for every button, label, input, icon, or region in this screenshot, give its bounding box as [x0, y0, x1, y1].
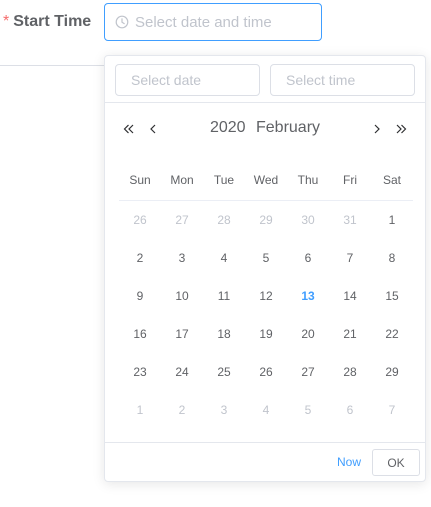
day-cell[interactable]: 18	[203, 315, 245, 353]
day-cell[interactable]: 29	[245, 201, 287, 239]
datetime-input[interactable]	[135, 8, 315, 36]
day-cell[interactable]: 26	[119, 201, 161, 239]
day-cell[interactable]: 5	[287, 391, 329, 429]
day-cell[interactable]: 20	[287, 315, 329, 353]
weekday-header: Tue	[213, 173, 235, 187]
start-time-label-text: Start Time	[13, 13, 92, 30]
prev-year-button[interactable]	[120, 120, 138, 138]
next-month-button[interactable]	[368, 120, 386, 138]
date-field-wrapper[interactable]	[115, 64, 260, 96]
day-cell[interactable]: 24	[161, 353, 203, 391]
weekday-header: Wed	[253, 173, 279, 187]
now-button[interactable]: Now	[337, 455, 361, 469]
weekday-header: Fri	[343, 173, 357, 187]
day-cell[interactable]: 1	[119, 391, 161, 429]
next-year-button[interactable]	[392, 120, 410, 138]
page: *Start Time 2020 Februar	[0, 0, 431, 507]
day-cell[interactable]: 30	[287, 201, 329, 239]
day-cell[interactable]: 9	[119, 277, 161, 315]
day-cell[interactable]: 11	[203, 277, 245, 315]
day-cell[interactable]: 27	[287, 353, 329, 391]
day-cell[interactable]: 4	[245, 391, 287, 429]
day-cell[interactable]: 26	[245, 353, 287, 391]
start-time-label: * Start Time	[3, 13, 91, 31]
calendar-grid: Sun Mon Tue Wed Thu Fri Sat 26 27 28 29 30 31…	[119, 160, 413, 429]
day-cell[interactable]: 17	[161, 315, 203, 353]
datetime-picker-panel: 2020 February	[104, 55, 426, 482]
ok-button[interactable]: OK	[372, 449, 420, 476]
day-cell[interactable]: 21	[329, 315, 371, 353]
picker-footer: Now OK	[105, 442, 425, 483]
day-cell[interactable]: 6	[329, 391, 371, 429]
day-cell[interactable]: 3	[161, 239, 203, 277]
year-label[interactable]: 2020	[210, 119, 246, 136]
weekday-header: Mon	[170, 173, 194, 187]
time-field-wrapper[interactable]	[270, 64, 415, 96]
day-cell[interactable]: 14	[329, 277, 371, 315]
month-label[interactable]: February	[256, 119, 320, 136]
day-cell[interactable]: 29	[371, 353, 413, 391]
day-cell[interactable]: 15	[371, 277, 413, 315]
day-cell[interactable]: 27	[161, 201, 203, 239]
double-chevron-left-icon	[120, 120, 138, 138]
time-field[interactable]	[286, 69, 406, 91]
day-cell[interactable]: 2	[119, 239, 161, 277]
day-cell[interactable]: 25	[203, 353, 245, 391]
date-field[interactable]	[131, 69, 251, 91]
chevron-left-icon	[144, 120, 162, 138]
day-cell[interactable]: 16	[119, 315, 161, 353]
month-navigation: 2020 February	[105, 116, 425, 144]
day-cell[interactable]: 28	[329, 353, 371, 391]
day-cell[interactable]: 8	[371, 239, 413, 277]
day-cell[interactable]: 1	[371, 201, 413, 239]
day-cell[interactable]: 4	[203, 239, 245, 277]
day-cell[interactable]: 31	[329, 201, 371, 239]
weekday-header: Sat	[382, 173, 401, 187]
day-cell[interactable]: 3	[203, 391, 245, 429]
day-cell-today[interactable]: 13	[287, 277, 329, 315]
weekday-header: Thu	[297, 173, 319, 187]
day-cell[interactable]: 22	[371, 315, 413, 353]
datetime-input-wrapper[interactable]	[104, 3, 322, 41]
weekday-header-row: Sun Mon Tue Wed Thu Fri Sat	[119, 160, 413, 201]
day-cell[interactable]: 28	[203, 201, 245, 239]
day-cells: 26 27 28 29 30 31 1 2 3 4 5 6 7 8 9 10 11 12 13 14 15 16 17 18 1…	[119, 201, 413, 429]
day-cell[interactable]: 6	[287, 239, 329, 277]
prev-month-button[interactable]	[144, 120, 162, 138]
clock-icon	[115, 15, 129, 29]
day-cell[interactable]: 5	[245, 239, 287, 277]
day-cell[interactable]: 12	[245, 277, 287, 315]
chevron-right-icon	[368, 120, 386, 138]
form-divider	[0, 65, 104, 66]
day-cell[interactable]: 19	[245, 315, 287, 353]
day-cell[interactable]: 10	[161, 277, 203, 315]
picker-header	[105, 56, 425, 103]
double-chevron-right-icon	[392, 120, 410, 138]
required-asterisk: *	[3, 13, 10, 30]
day-cell[interactable]: 7	[329, 239, 371, 277]
day-cell[interactable]: 23	[119, 353, 161, 391]
weekday-header: Sun	[129, 173, 151, 187]
day-cell[interactable]: 2	[161, 391, 203, 429]
day-cell[interactable]: 7	[371, 391, 413, 429]
